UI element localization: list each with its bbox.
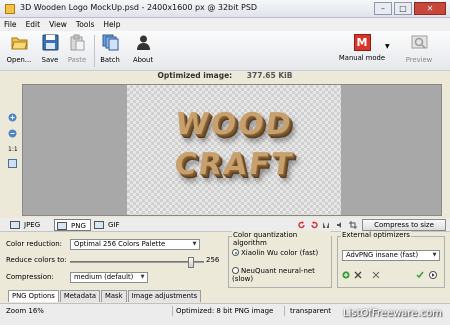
open-button[interactable]: Open... bbox=[6, 34, 32, 64]
batch-button[interactable]: Batch bbox=[98, 34, 122, 64]
compress-to-size-button[interactable]: Compress to size bbox=[362, 219, 446, 231]
menu-edit[interactable]: Edit bbox=[26, 18, 41, 31]
reduce-colors-row: Reduce colors to: 256 bbox=[6, 255, 226, 268]
batch-icon bbox=[102, 34, 118, 51]
title-bar: 3D Wooden Logo MockUp.psd - 2400x1600 px… bbox=[0, 0, 450, 18]
optimized-image-info: Optimized image: 377.65 KiB bbox=[0, 71, 450, 83]
color-reduction-label: Color reduction: bbox=[6, 240, 63, 248]
menu-bar: File Edit View Tools Help bbox=[0, 18, 450, 31]
radio-neuquant[interactable]: NeuQuant neural-net (slow) bbox=[232, 267, 331, 283]
quantization-algorithm-group: Color quantization algorithm Xiaolin Wu … bbox=[228, 231, 332, 288]
optimized-image-label: Optimized image: bbox=[157, 71, 233, 80]
tab-metadata[interactable]: Metadata bbox=[59, 290, 101, 302]
close-button[interactable]: ✕ bbox=[414, 2, 446, 15]
paste-icon bbox=[70, 34, 84, 51]
status-divider bbox=[284, 306, 285, 316]
actual-size-icon[interactable]: 1:1 bbox=[8, 145, 18, 154]
zoom-in-icon[interactable] bbox=[8, 113, 17, 122]
preview-icon bbox=[411, 35, 427, 49]
external-optimizers-legend: External optimizers bbox=[341, 231, 411, 239]
optimized-image-size: 377.65 KiB bbox=[246, 71, 293, 80]
app-icon bbox=[5, 4, 15, 14]
tab-png[interactable]: PNG bbox=[54, 219, 91, 231]
option-tabs: PNG Options Metadata Mask Image adjustme… bbox=[8, 290, 202, 302]
logo-text-line2: CRAFT bbox=[171, 147, 297, 182]
external-optimizer-select[interactable]: AdvPNG insane (fast) ▼ bbox=[342, 250, 440, 261]
tab-image-adjustments[interactable]: Image adjustments bbox=[127, 290, 202, 302]
png-options-panel: Color reduction: Optimal 256 Colors Pale… bbox=[6, 234, 226, 290]
menu-help[interactable]: Help bbox=[103, 18, 120, 31]
folder-icon bbox=[10, 37, 28, 50]
toolbar-separator bbox=[94, 35, 95, 67]
watermark: ListOfFreeware.com bbox=[343, 308, 442, 319]
tab-gif[interactable]: GIF bbox=[92, 219, 120, 231]
radio-unselected-icon bbox=[232, 267, 239, 274]
check-icon[interactable] bbox=[416, 271, 424, 279]
remove-icon[interactable] bbox=[354, 271, 362, 279]
reduce-colors-label: Reduce colors to: bbox=[6, 256, 67, 264]
radio-selected-icon bbox=[232, 249, 239, 256]
image-canvas[interactable]: WOOD CRAFT bbox=[22, 84, 442, 216]
tools-icon[interactable] bbox=[372, 271, 380, 279]
compression-select[interactable]: medium (default) ▼ bbox=[70, 272, 148, 283]
chevron-down-icon: ▼ bbox=[192, 241, 197, 247]
about-button[interactable]: About bbox=[130, 34, 156, 64]
save-button[interactable]: Save bbox=[40, 34, 60, 64]
external-optimizers-group: External optimizers AdvPNG insane (fast)… bbox=[337, 231, 445, 288]
sound-icon[interactable] bbox=[336, 221, 344, 229]
zoom-out-icon[interactable] bbox=[8, 129, 17, 138]
toolbar: Open... Save Paste Batch About M Manual … bbox=[0, 31, 450, 71]
transparency-status: transparent bbox=[290, 307, 331, 315]
crop-icon[interactable] bbox=[349, 221, 357, 229]
compression-row: Compression: medium (default) ▼ bbox=[6, 272, 216, 284]
manual-mode-dropdown-icon[interactable]: ▼ bbox=[385, 43, 390, 50]
color-reduction-row: Color reduction: Optimal 256 Colors Pale… bbox=[6, 239, 216, 251]
png-icon bbox=[57, 222, 67, 230]
manual-mode-icon: M bbox=[353, 34, 371, 51]
tab-jpeg[interactable]: JPEG bbox=[8, 219, 40, 231]
quantization-legend: Color quantization algorithm bbox=[232, 231, 331, 247]
preview-button[interactable]: Preview bbox=[404, 34, 434, 64]
reduce-colors-value: 256 bbox=[206, 256, 220, 264]
maximize-button[interactable]: □ bbox=[394, 2, 412, 15]
play-icon[interactable] bbox=[429, 271, 437, 279]
flip-icon[interactable] bbox=[322, 221, 330, 229]
fit-window-icon[interactable] bbox=[8, 159, 17, 168]
optimized-status: Optimized: 8 bit PNG image bbox=[176, 307, 274, 315]
chevron-down-icon: ▼ bbox=[432, 252, 437, 258]
radio-xiaolin-wu[interactable]: Xiaolin Wu color (fast) bbox=[232, 249, 318, 257]
manual-mode-button[interactable]: M Manual mode bbox=[338, 34, 386, 62]
save-icon bbox=[42, 34, 58, 51]
status-divider bbox=[172, 306, 173, 316]
add-icon[interactable] bbox=[342, 271, 350, 279]
window-title: 3D Wooden Logo MockUp.psd - 2400x1600 px… bbox=[20, 3, 258, 12]
jpeg-icon bbox=[10, 221, 20, 229]
chevron-down-icon: ▼ bbox=[140, 274, 145, 280]
menu-tools[interactable]: Tools bbox=[76, 18, 94, 31]
tab-png-options[interactable]: PNG Options bbox=[8, 290, 59, 302]
compression-label: Compression: bbox=[6, 273, 54, 281]
person-icon bbox=[136, 35, 150, 50]
logo-text-line1: WOOD bbox=[173, 107, 295, 142]
gif-icon bbox=[94, 221, 104, 229]
zoom-strip: 1:1 bbox=[8, 113, 20, 175]
menu-view[interactable]: View bbox=[49, 18, 67, 31]
minimize-button[interactable]: – bbox=[374, 2, 392, 15]
slider-thumb[interactable] bbox=[188, 257, 194, 268]
reduce-colors-slider[interactable] bbox=[70, 257, 204, 268]
window-controls: – □ ✕ bbox=[372, 2, 446, 15]
rotate-right-icon[interactable] bbox=[310, 221, 318, 229]
rotate-left-icon[interactable] bbox=[298, 221, 306, 229]
paste-button[interactable]: Paste bbox=[66, 34, 88, 64]
color-reduction-select[interactable]: Optimal 256 Colors Palette ▼ bbox=[70, 239, 200, 250]
tab-mask[interactable]: Mask bbox=[101, 290, 127, 302]
zoom-status: Zoom 16% bbox=[6, 307, 44, 315]
menu-file[interactable]: File bbox=[4, 18, 17, 31]
image-preview: WOOD CRAFT bbox=[127, 85, 341, 215]
